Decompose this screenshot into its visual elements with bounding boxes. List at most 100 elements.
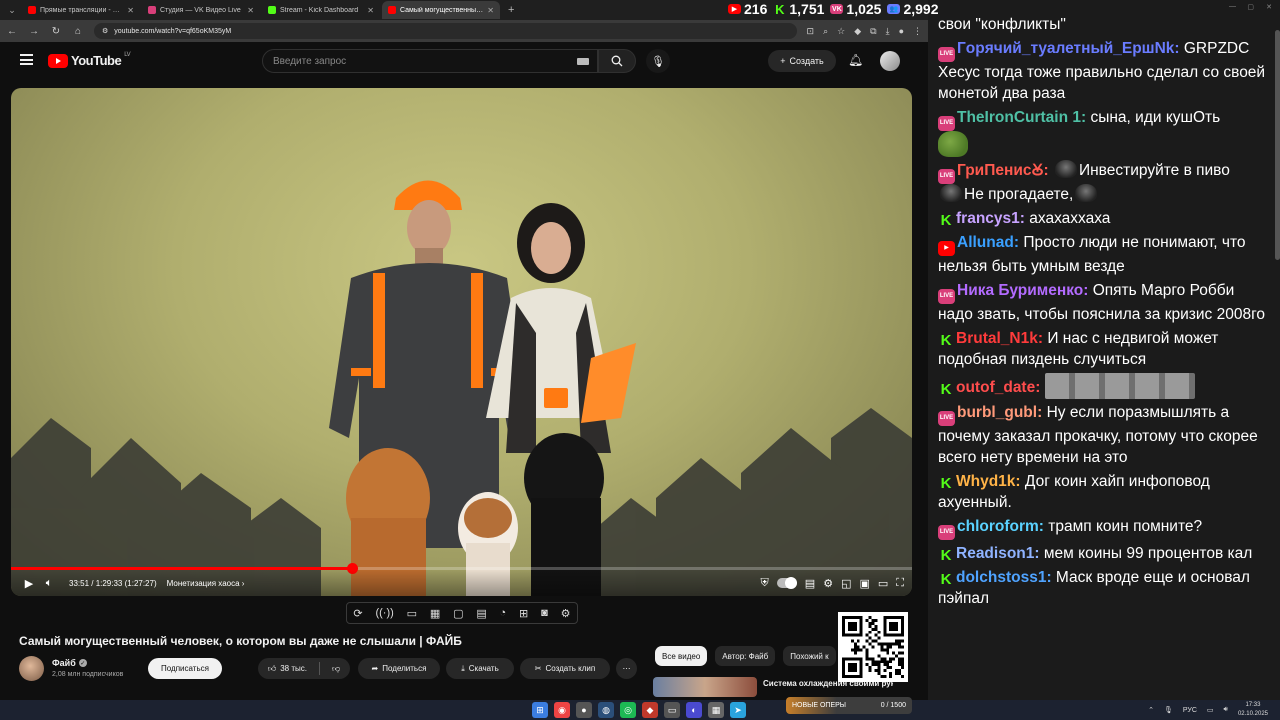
- chat-username[interactable]: dolchstoss1:: [956, 569, 1052, 586]
- play-icon[interactable]: ▶: [19, 573, 39, 593]
- back-icon[interactable]: ←: [6, 26, 18, 37]
- chat-username[interactable]: outof_date:: [956, 379, 1040, 396]
- chat-username[interactable]: TheIronCurtain 1:: [957, 109, 1086, 126]
- media-widget[interactable]: НОВЫЕ ОПЕРЫ 0 / 1500: [786, 697, 912, 714]
- aspect-icon[interactable]: ▢: [453, 607, 463, 620]
- filter-chip[interactable]: Похожий к: [783, 646, 836, 666]
- discord-icon[interactable]: ◐: [686, 702, 702, 718]
- dislike-button[interactable]: 👎︎: [332, 664, 340, 674]
- video-player[interactable]: ▶ 🔈︎ 33:51 / 1:29:33 (1:27:27) Монетизац…: [11, 88, 912, 596]
- clip-button[interactable]: ✂ Создать клип: [520, 658, 610, 679]
- voice-search-button[interactable]: 🎙: [646, 49, 670, 73]
- notifications-bell-icon[interactable]: 🔔︎: [848, 53, 863, 67]
- spotify-icon[interactable]: ◎: [620, 702, 636, 718]
- account-avatar[interactable]: [880, 51, 900, 71]
- browser-tab[interactable]: Самый могущественный чел... ✕: [382, 1, 500, 19]
- tab-close-icon[interactable]: ✕: [247, 6, 254, 15]
- subscribe-button[interactable]: Подписаться: [148, 658, 222, 679]
- telegram-icon[interactable]: ➤: [730, 702, 746, 718]
- screenshot-camera-icon[interactable]: ◙: [541, 607, 548, 619]
- tray-arrow-icon[interactable]: ⌃: [1148, 706, 1154, 714]
- channel-avatar[interactable]: [19, 656, 44, 681]
- chrome-icon[interactable]: ◉: [554, 702, 570, 718]
- terminal-icon[interactable]: ▭: [664, 702, 680, 718]
- subtitles-icon[interactable]: ▤: [805, 577, 815, 590]
- pip-icon[interactable]: ▣: [859, 577, 869, 590]
- input-language[interactable]: РУС: [1183, 707, 1197, 714]
- browser-tab[interactable]: Студия — VK Видео Live ✕: [142, 1, 260, 19]
- reload-icon[interactable]: ↻: [50, 26, 62, 37]
- chat-username[interactable]: Allunad:: [957, 234, 1019, 251]
- chat-username[interactable]: burbl_gubl:: [957, 404, 1042, 421]
- puzzle-icon[interactable]: ⧉: [870, 26, 876, 37]
- tab-close-icon[interactable]: ✕: [127, 6, 134, 15]
- chat-username[interactable]: ГриПенисꙊ:: [957, 162, 1049, 179]
- volume-icon[interactable]: 🔈︎: [39, 573, 59, 593]
- tab-close-icon[interactable]: ✕: [487, 6, 494, 15]
- explorer-icon[interactable]: ▦: [708, 702, 724, 718]
- minimize-icon[interactable]: —: [1229, 3, 1236, 10]
- search-button[interactable]: [598, 49, 636, 73]
- profile-icon[interactable]: ●: [899, 26, 904, 37]
- create-button[interactable]: + Создать: [768, 50, 836, 72]
- forward-icon[interactable]: →: [28, 26, 40, 37]
- browser-tab[interactable]: Stream - Kick Dashboard ✕: [262, 1, 380, 19]
- chat-scrollbar[interactable]: [1275, 30, 1280, 260]
- windows-start-icon[interactable]: ⊞: [532, 702, 548, 718]
- maximize-icon[interactable]: ▢: [1247, 3, 1254, 11]
- autoplay-toggle[interactable]: [776, 577, 797, 589]
- fullscreen-icon[interactable]: ⛶: [896, 577, 904, 590]
- chat-username[interactable]: Гopячий_туалетный_ЕршNk:: [957, 40, 1180, 57]
- menu-icon[interactable]: ⋮: [913, 26, 922, 37]
- add-icon[interactable]: ⊞: [519, 607, 528, 620]
- keyboard-icon[interactable]: [577, 58, 589, 65]
- new-tab-button[interactable]: +: [502, 4, 520, 16]
- url-field[interactable]: ⚙ youtube.com/watch?v=qf65oKM35yM: [94, 23, 797, 39]
- captions-icon[interactable]: ▤: [476, 607, 486, 620]
- chat-username[interactable]: Whyd1k:: [956, 473, 1021, 490]
- miniplayer-icon[interactable]: ◱: [841, 577, 851, 590]
- share-button[interactable]: ➦ Поделиться: [358, 658, 440, 679]
- site-info-icon[interactable]: ⚙: [102, 27, 108, 35]
- close-icon[interactable]: ✕: [1266, 3, 1272, 11]
- volume-tray-icon[interactable]: 🔊︎: [1224, 706, 1228, 714]
- network-icon[interactable]: ▭: [1207, 706, 1214, 714]
- chat-username[interactable]: Ника Бурименко:: [957, 282, 1088, 299]
- loop-icon[interactable]: ⟳: [353, 607, 362, 620]
- settings-gear-icon[interactable]: ⚙: [823, 577, 833, 590]
- chat-username[interactable]: francys1:: [956, 210, 1025, 227]
- app-icon[interactable]: ◆: [642, 702, 658, 718]
- steam-icon[interactable]: ◍: [598, 702, 614, 718]
- filter-chip[interactable]: Все видео: [655, 646, 708, 666]
- related-thumbnail[interactable]: [653, 677, 757, 697]
- filter-chip[interactable]: Автор: Файб: [715, 646, 776, 666]
- speed-icon[interactable]: ◔: [500, 607, 507, 619]
- chapter-title[interactable]: Монетизация хаоса ›: [167, 579, 245, 588]
- home-icon[interactable]: ⌂: [72, 26, 84, 37]
- guide-menu-icon[interactable]: [20, 54, 33, 65]
- install-icon[interactable]: ⊡: [807, 26, 815, 37]
- extension-icon[interactable]: ◆: [854, 26, 861, 37]
- theater-icon[interactable]: ▭: [878, 577, 888, 590]
- clapper-icon[interactable]: ▦: [430, 607, 440, 620]
- broadcast-icon[interactable]: ((·)): [375, 607, 393, 619]
- more-actions-button[interactable]: ⋯: [616, 658, 637, 679]
- extension-gear-icon[interactable]: ⚙: [561, 607, 571, 620]
- clock[interactable]: 17:33 02.10.2025: [1238, 701, 1268, 719]
- mic-tray-icon[interactable]: 🎙︎: [1164, 706, 1173, 714]
- download-icon[interactable]: ⤓: [886, 26, 890, 37]
- download-button[interactable]: ⤓ Скачать: [446, 658, 514, 679]
- browser-tab[interactable]: Прямые трансляции - YouTube✕: [22, 1, 140, 19]
- like-button[interactable]: 👍︎ 38 тыс.: [268, 664, 307, 674]
- zoom-icon[interactable]: ⌕: [823, 26, 828, 37]
- tab-close-icon[interactable]: ✕: [367, 6, 374, 15]
- tab-search-icon[interactable]: ⌄: [4, 2, 20, 18]
- channel-name[interactable]: Файб ✓: [52, 658, 87, 668]
- shield-icon[interactable]: ⛨: [761, 577, 769, 590]
- obs-icon[interactable]: ●: [576, 702, 592, 718]
- youtube-logo[interactable]: YouTube LV: [48, 52, 131, 68]
- chat-username[interactable]: chloroform:: [957, 518, 1044, 535]
- chat-username[interactable]: Brutal_N1k:: [956, 330, 1043, 347]
- bookmark-star-icon[interactable]: ☆: [837, 26, 845, 37]
- search-input[interactable]: Введите запрос: [262, 49, 598, 73]
